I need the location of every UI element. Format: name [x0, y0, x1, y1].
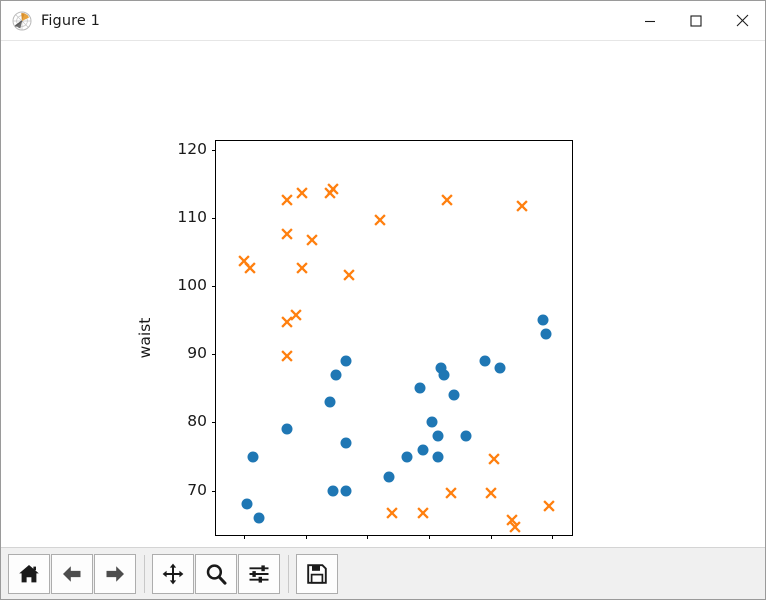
data-point [438, 369, 450, 381]
window-titlebar: Figure 1 [1, 1, 765, 41]
window-title: Figure 1 [41, 12, 100, 29]
data-point [324, 396, 336, 408]
floppy-disk-icon [307, 563, 327, 584]
x-tick-label: 150 [228, 544, 258, 547]
y-tick-label: 90 [187, 344, 207, 363]
data-point [537, 314, 549, 326]
move-icon [162, 563, 184, 584]
back-button[interactable] [51, 553, 93, 594]
close-button[interactable] [719, 1, 765, 40]
data-point [426, 416, 438, 428]
pan-button[interactable] [152, 553, 194, 594]
minimize-icon [645, 20, 655, 22]
data-point [441, 191, 454, 206]
arrow-right-icon [106, 565, 124, 582]
x-tick-mark [305, 535, 307, 539]
data-point [484, 484, 497, 499]
maximize-icon [690, 14, 702, 27]
home-icon [19, 564, 39, 582]
x-tick-mark [367, 535, 369, 539]
y-tick-label: 80 [187, 412, 207, 431]
home-button[interactable] [8, 553, 50, 594]
data-point [296, 184, 309, 199]
figure-window: Figure 1 150160170180190200 70809010011 [0, 0, 766, 600]
save-button[interactable] [296, 553, 338, 594]
forward-button[interactable] [94, 553, 136, 594]
toolbar-separator [288, 554, 289, 593]
data-point [543, 498, 556, 512]
x-tick-label: 200 [537, 544, 567, 547]
configure-subplots-button[interactable] [238, 553, 280, 594]
figure-canvas[interactable]: 150160170180190200 708090100110120 heigh… [1, 41, 765, 547]
data-point [509, 518, 522, 533]
data-point [280, 348, 293, 363]
minimize-button[interactable] [627, 1, 673, 40]
y-tick-label: 100 [177, 276, 207, 295]
data-point [290, 307, 303, 322]
y-tick-mark [212, 286, 216, 288]
navigation-toolbar [1, 547, 765, 599]
figure-area: 150160170180190200 708090100110120 heigh… [1, 41, 765, 547]
data-point [281, 423, 293, 435]
data-point [432, 430, 444, 442]
data-point [385, 505, 398, 519]
y-tick-label: 110 [177, 208, 207, 227]
data-point [340, 485, 352, 497]
plot-axes [212, 140, 573, 539]
x-tick-label: 190 [475, 544, 505, 547]
data-point [414, 382, 426, 394]
data-point [479, 355, 490, 367]
x-tick-mark [428, 535, 430, 539]
x-tick-label: 180 [413, 544, 443, 547]
data-point [417, 444, 429, 456]
data-point [416, 505, 429, 519]
data-point [432, 451, 444, 463]
data-point [253, 512, 265, 524]
data-point [340, 437, 352, 449]
data-point [342, 266, 355, 281]
data-point [327, 181, 340, 196]
data-point [280, 191, 293, 206]
data-point [296, 259, 309, 274]
data-point [241, 498, 253, 510]
data-point [448, 389, 460, 401]
magnifier-icon [206, 563, 227, 585]
y-tick-label: 120 [177, 139, 207, 158]
matplotlib-logo-icon [12, 11, 32, 31]
data-point [460, 430, 472, 442]
y-tick-label: 70 [187, 480, 207, 499]
arrow-left-icon [63, 565, 81, 582]
data-point [383, 471, 395, 483]
data-point [444, 484, 457, 499]
data-point [540, 328, 552, 340]
x-tick-mark [490, 535, 492, 539]
toolbar-separator [144, 554, 145, 593]
y-tick-mark [212, 218, 216, 220]
data-point [401, 451, 413, 463]
x-tick-mark [552, 535, 554, 539]
y-tick-mark [212, 149, 216, 151]
data-point [305, 232, 318, 247]
sliders-icon [249, 564, 269, 583]
data-point [330, 369, 342, 381]
data-point [340, 355, 352, 367]
data-point [494, 362, 506, 374]
x-tick-label: 160 [290, 544, 320, 547]
x-tick-mark [243, 535, 245, 539]
maximize-button[interactable] [673, 1, 719, 40]
data-point [515, 198, 528, 213]
data-point [373, 212, 386, 226]
data-point [243, 259, 256, 274]
data-point [327, 485, 339, 497]
x-tick-label: 170 [351, 544, 381, 547]
y-tick-mark [212, 354, 216, 356]
zoom-button[interactable] [195, 553, 237, 594]
y-tick-mark [212, 422, 216, 424]
close-icon [736, 14, 748, 27]
data-point [280, 225, 293, 240]
data-point [487, 450, 500, 465]
data-point [247, 451, 259, 463]
y-tick-mark [212, 490, 216, 492]
y-axis-label: waist [136, 317, 154, 359]
